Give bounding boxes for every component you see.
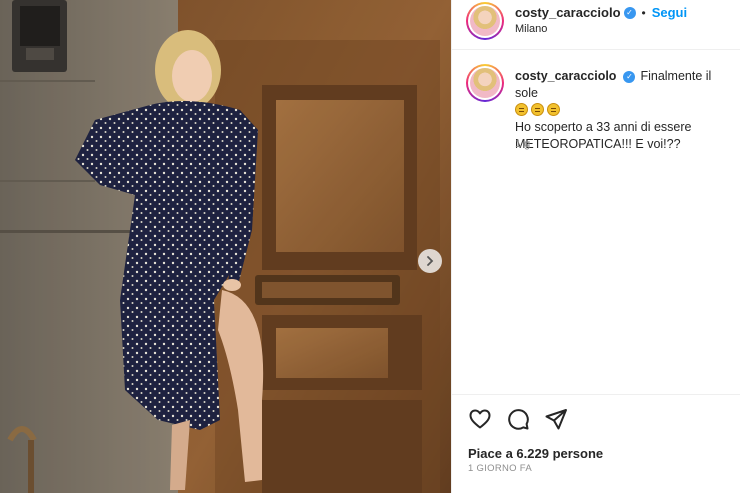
comment-button[interactable] bbox=[506, 407, 530, 431]
caption-avatar[interactable] bbox=[466, 64, 504, 102]
verified-badge-icon: ✓ bbox=[623, 6, 636, 19]
chevron-right-icon bbox=[427, 256, 434, 266]
caption-username[interactable]: costy_caracciolo bbox=[515, 69, 616, 83]
follow-button[interactable]: Segui bbox=[652, 5, 687, 20]
caption-text: costy_caracciolo ✓ Finalmente il sole Ho s… bbox=[515, 68, 735, 153]
likes-count[interactable]: Piace a 6.229 persone bbox=[468, 446, 603, 461]
header-user-row: costy_caracciolo ✓ • Segui bbox=[515, 5, 687, 20]
post-photo-illustration bbox=[0, 0, 451, 493]
verified-badge-icon: ✓ bbox=[623, 70, 636, 83]
heart-icon bbox=[469, 409, 491, 429]
sun-emoji-icon bbox=[515, 103, 528, 116]
post-side-panel: costy_caracciolo ✓ • Segui Milano costy_… bbox=[451, 0, 740, 493]
post-header: costy_caracciolo ✓ • Segui Milano bbox=[452, 0, 740, 50]
share-button[interactable] bbox=[544, 407, 568, 431]
location-link[interactable]: Milano bbox=[515, 23, 547, 35]
instagram-post: costy_caracciolo ✓ • Segui Milano costy_… bbox=[0, 0, 740, 493]
comment-icon bbox=[508, 409, 529, 430]
action-icons bbox=[468, 407, 568, 431]
sun-emoji-group bbox=[515, 102, 563, 119]
avatar[interactable] bbox=[466, 2, 504, 40]
post-date: 1 GIORNO FA bbox=[468, 463, 533, 474]
separator-dot: • bbox=[641, 5, 646, 20]
header-username[interactable]: costy_caracciolo bbox=[515, 5, 621, 20]
next-image-button[interactable] bbox=[418, 249, 442, 273]
post-image[interactable] bbox=[0, 0, 451, 493]
sun-emoji-icon bbox=[531, 103, 544, 116]
post-actions: Piace a 6.229 persone 1 GIORNO FA bbox=[452, 394, 740, 493]
send-icon bbox=[545, 409, 567, 430]
like-button[interactable] bbox=[468, 407, 492, 431]
caption-time-ago[interactable]: 1 g bbox=[515, 138, 530, 150]
caption-line-2: Ho scoperto a 33 anni di essere METEOROP… bbox=[515, 120, 692, 151]
sun-emoji-icon bbox=[547, 103, 560, 116]
